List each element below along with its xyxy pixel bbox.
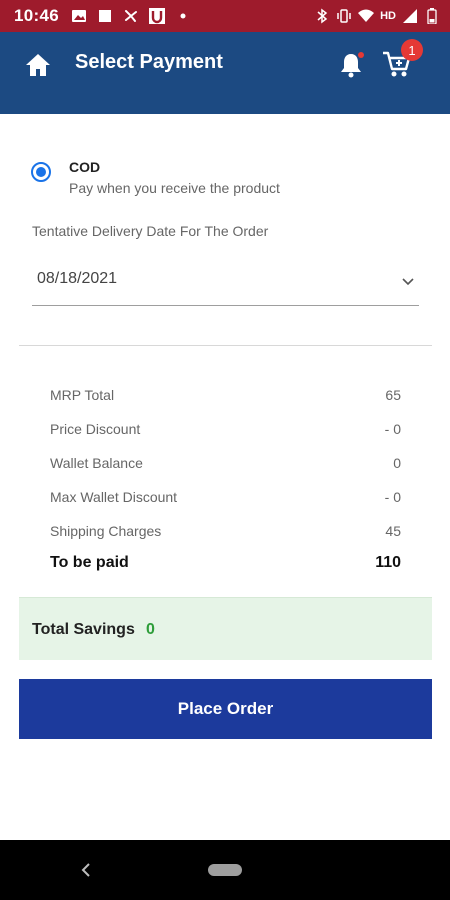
summary-row-mrp-total: MRP Total 65: [50, 378, 401, 412]
payment-option-title[interactable]: COD: [69, 159, 100, 175]
notification-dot: [358, 52, 364, 58]
summary-label: Max Wallet Discount: [50, 489, 178, 505]
delivery-date-label: Tentative Delivery Date For The Order: [32, 223, 269, 239]
chevron-down-icon: [401, 274, 415, 286]
summary-value: 45: [385, 523, 401, 539]
system-nav-bar: [0, 840, 450, 900]
status-bar: 10:46 HD: [0, 0, 450, 32]
fan-icon: [123, 8, 139, 24]
summary-row-max-wallet-discount: Max Wallet Discount - 0: [50, 480, 401, 514]
total-label: To be paid: [50, 554, 129, 571]
price-summary: MRP Total 65 Price Discount - 0 Wallet B…: [50, 378, 401, 578]
cart-count-badge: 1: [401, 39, 423, 61]
delivery-date-value: 08/18/2021: [37, 270, 118, 287]
summary-row-to-be-paid: To be paid 110: [50, 548, 401, 578]
summary-value: - 0: [384, 489, 401, 505]
summary-value: 0: [393, 455, 401, 471]
wifi-icon: [358, 8, 375, 24]
place-order-button[interactable]: Place Order: [19, 679, 432, 739]
u-app-icon: [148, 8, 165, 24]
summary-value: - 0: [384, 421, 401, 437]
battery-icon: [424, 8, 440, 24]
summary-row-price-discount: Price Discount - 0: [50, 412, 401, 446]
total-savings-box: Total Savings 0: [19, 597, 432, 660]
summary-label: Price Discount: [50, 421, 141, 437]
home-pill[interactable]: [208, 864, 242, 876]
payment-option-subtitle: Pay when you receive the product: [69, 180, 280, 196]
savings-label: Total Savings: [32, 621, 135, 638]
cod-radio-button[interactable]: [31, 162, 51, 182]
summary-label: Wallet Balance: [50, 455, 143, 471]
summary-row-shipping-charges: Shipping Charges 45: [50, 514, 401, 548]
home-icon[interactable]: [24, 52, 52, 78]
summary-label: Shipping Charges: [50, 523, 162, 539]
status-time: 10:46: [14, 6, 59, 25]
radio-selected-dot: [36, 167, 46, 177]
status-left-icons: [71, 8, 191, 24]
network-label: HD: [380, 10, 396, 22]
summary-label: MRP Total: [50, 387, 115, 403]
bluetooth-icon: [314, 8, 330, 24]
summary-row-wallet-balance: Wallet Balance 0: [50, 446, 401, 480]
square-icon: [97, 8, 113, 24]
dot-icon: [175, 8, 191, 24]
section-divider: [19, 345, 432, 346]
delivery-date-dropdown[interactable]: 08/18/2021: [32, 260, 419, 306]
total-value: 110: [375, 554, 401, 571]
back-icon[interactable]: [80, 862, 92, 878]
signal-icon: [402, 8, 418, 24]
app-header: Select Payment 1: [0, 32, 450, 114]
savings-value: 0: [146, 621, 155, 638]
gallery-icon: [71, 8, 87, 24]
vibrate-icon: [336, 8, 352, 24]
summary-value: 65: [385, 387, 401, 403]
status-right-icons: HD: [314, 8, 440, 24]
page-title: Select Payment: [75, 51, 223, 73]
